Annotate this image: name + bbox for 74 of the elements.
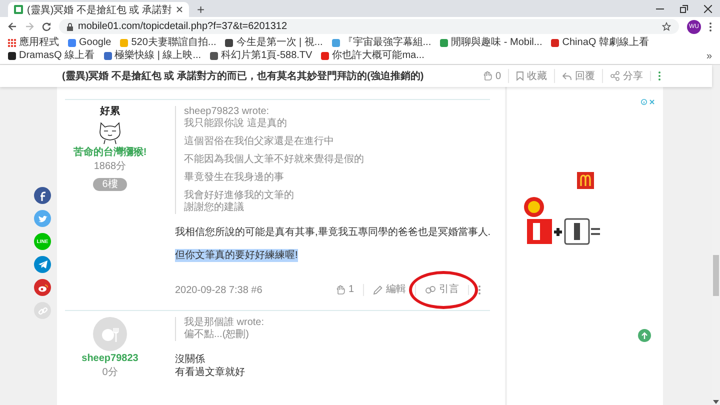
restore-icon[interactable]	[680, 4, 688, 12]
browser-tab[interactable]: (靈異)冥婚 不是搶紅包 或 承諾對	[8, 2, 189, 17]
post-text: 沒關係	[175, 353, 205, 366]
reply-icon	[562, 72, 572, 80]
avatar-caption: 好累	[100, 106, 120, 117]
quote-text: 我會好好進修我的文筆的	[184, 190, 294, 202]
selected-text: 但你文筆真的要好好練練喔!	[175, 249, 298, 262]
quote-text: 偏不點...(恕刪)	[184, 329, 249, 341]
share-button[interactable]: 分享	[602, 69, 650, 83]
bookmark[interactable]: 今生是第一次 | 視...	[225, 37, 323, 49]
bookmark-icon	[516, 71, 524, 81]
favicon-icon	[14, 5, 23, 14]
star-icon[interactable]	[662, 22, 671, 31]
bookmark[interactable]: 『宇宙最強字幕組...	[332, 37, 432, 49]
link-icon	[38, 306, 48, 316]
bookmark[interactable]: 極樂快線 | 線上映...	[104, 50, 202, 62]
default-avatar-icon	[93, 317, 127, 351]
quote-author: sheep79823 wrote:	[184, 106, 270, 118]
bookmark[interactable]: 你也許大概可能ma...	[321, 50, 424, 62]
bookmark[interactable]: ChinaQ 韓劇線上看	[551, 37, 649, 49]
paper-plane-icon	[38, 260, 48, 269]
bookmark[interactable]: DramasQ 線上看	[8, 50, 95, 62]
menu-icon[interactable]	[709, 22, 712, 32]
scrollbar-thumb[interactable]	[713, 255, 719, 296]
new-tab-button[interactable]: +	[189, 3, 213, 16]
like-button[interactable]: 1	[327, 284, 363, 296]
kebab-icon	[658, 71, 661, 81]
post-timestamp: 2020-09-28 7:38 #6	[175, 284, 262, 296]
quote-text: 畢竟發生在我身邊的事	[184, 172, 284, 184]
hand-icon	[336, 285, 346, 295]
cartoon-cat-avatar-drawing	[97, 119, 123, 145]
quote-button[interactable]: 引言	[415, 284, 468, 296]
edit-button[interactable]: 編輯	[363, 284, 415, 296]
share-icon	[610, 71, 620, 81]
post-text: 我相信您所說的可能是真有其事,畢竟我五專同學的爸爸也是冥婚當事人.	[175, 226, 491, 239]
back-icon[interactable]	[8, 22, 17, 31]
hand-icon	[483, 71, 492, 81]
topic-title: (靈異)冥婚 不是搶紅包 或 承諾對方的而已，也有莫名其妙登門拜訪的(強迫推銷的)	[62, 69, 424, 83]
quote-text: 這個習俗在我伯父家還是在進行中	[184, 136, 334, 148]
floor-badge: 6樓	[93, 178, 127, 191]
bird-icon	[38, 214, 48, 222]
f-logo-icon	[40, 190, 46, 200]
arrow-up-icon	[641, 332, 648, 339]
bookmark[interactable]: Google	[68, 37, 112, 49]
arch-logo-icon	[576, 172, 594, 189]
scroll-down-arrow-icon[interactable]	[713, 400, 719, 404]
quote-text: 謝謝您的建議	[184, 202, 244, 214]
quote-author: 我是那個誰 wrote:	[184, 317, 266, 329]
scroll-to-top-button[interactable]	[638, 329, 651, 342]
close-icon[interactable]	[704, 4, 712, 12]
like-button[interactable]: 0	[476, 70, 508, 82]
telegram-share-button[interactable]	[34, 256, 51, 273]
bookmark[interactable]: 閒聊與趣味 - Mobil...	[440, 37, 542, 49]
reload-icon[interactable]	[42, 22, 51, 31]
bookmark[interactable]: 應用程式	[8, 37, 59, 49]
pencil-icon	[373, 285, 383, 295]
quote-text: 我只能跟你說 這是真的	[184, 118, 287, 130]
close-icon[interactable]	[176, 6, 183, 13]
facebook-share-button[interactable]	[34, 187, 51, 204]
eye-logo-icon	[38, 284, 48, 292]
quote-icon	[425, 285, 436, 295]
address-bar[interactable]: mobile01.com/topicdetail.php?f=37&t=6201312	[59, 19, 679, 34]
author-score: 1868分	[94, 161, 126, 173]
more-bookmarks-button[interactable]: »	[706, 50, 712, 62]
bookmark-button[interactable]: 收藏	[508, 69, 554, 83]
kebab-icon	[478, 285, 481, 295]
lock-icon	[67, 22, 73, 30]
bookmark[interactable]: 520夫妻聯誼自拍...	[120, 37, 216, 49]
post-text: 有看過文章就好	[175, 366, 245, 379]
bookmark[interactable]: 科幻片第1頁-588.TV	[210, 50, 312, 62]
weibo-share-button[interactable]	[34, 279, 51, 296]
author-score: 0分	[102, 367, 118, 379]
quote-text: 不能因為我個人文筆不好就來覺得是假的	[184, 154, 364, 166]
reply-button[interactable]: 回覆	[554, 69, 602, 83]
